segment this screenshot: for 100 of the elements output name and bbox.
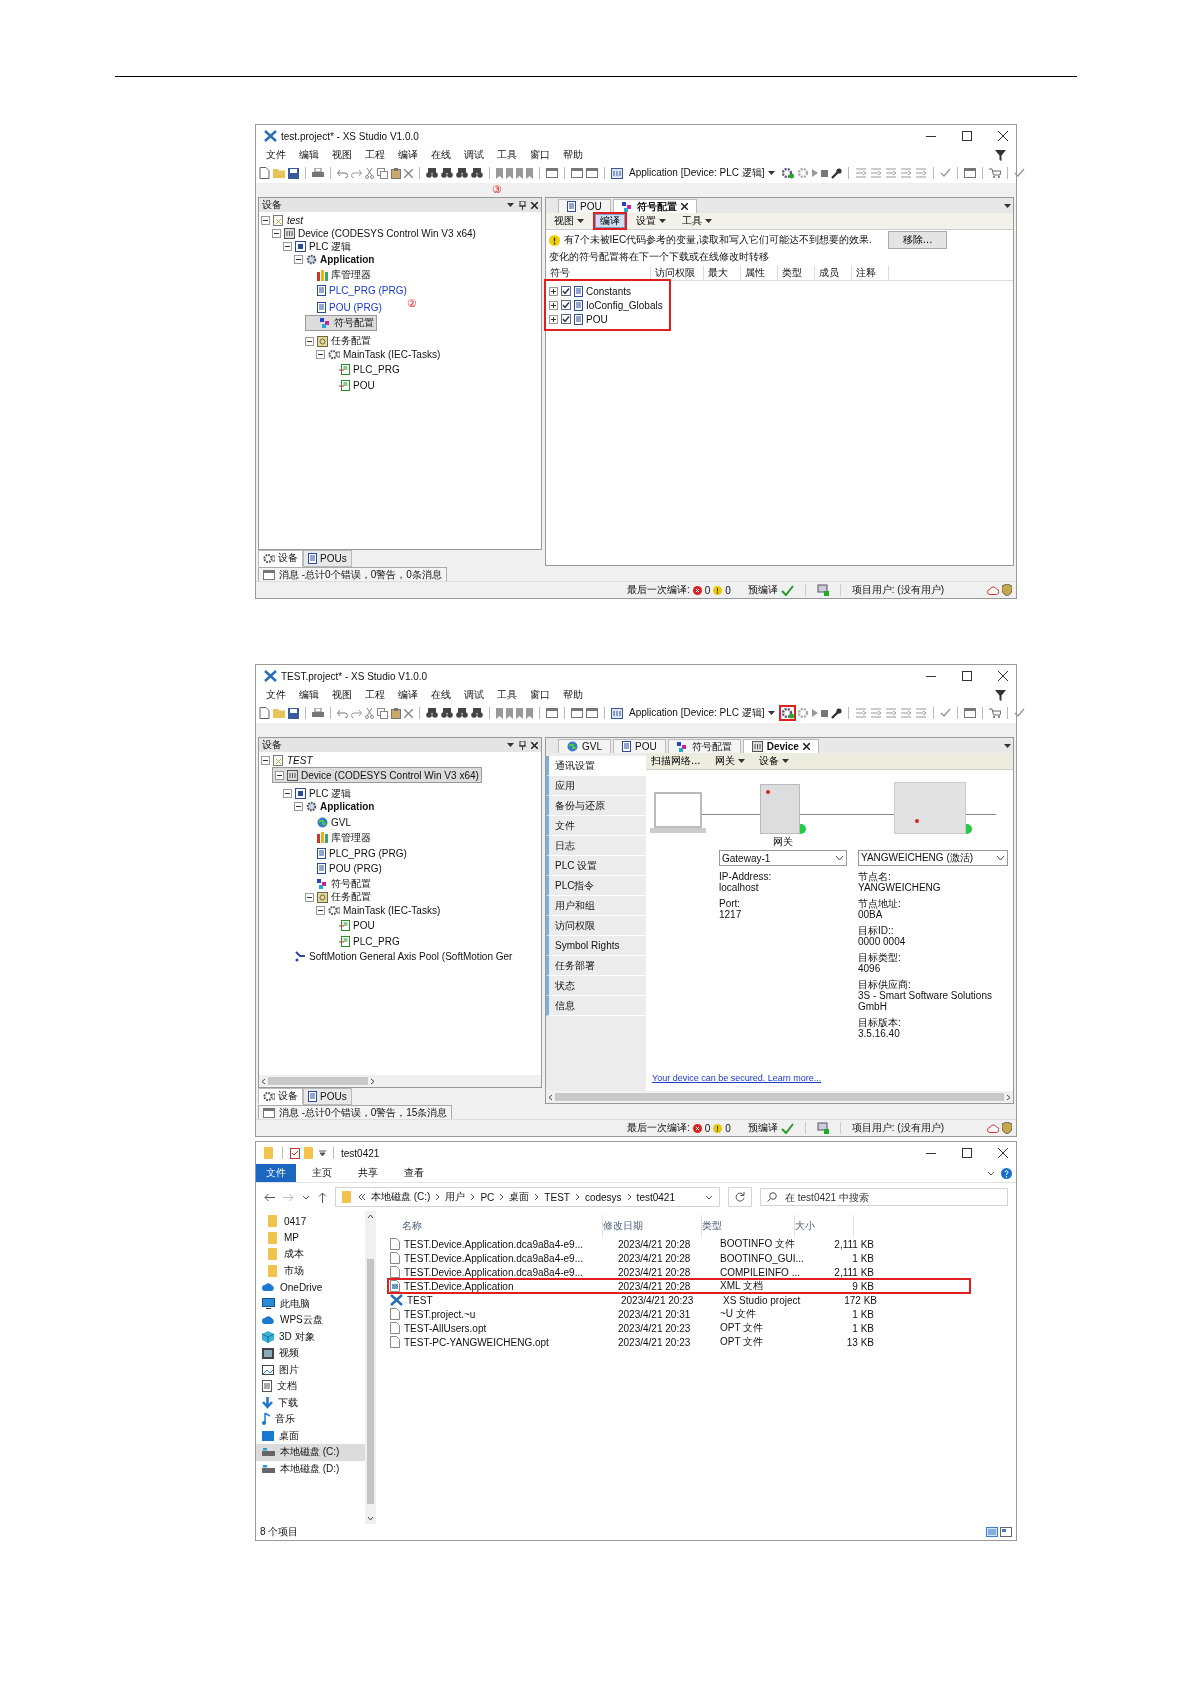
bookmark-icon[interactable] — [516, 167, 523, 179]
scroll-right-icon[interactable] — [370, 1077, 375, 1085]
tree-item-label[interactable]: 任务配置 — [331, 890, 371, 904]
pin-icon[interactable] — [519, 200, 526, 210]
column-header[interactable]: 类型 — [778, 266, 815, 280]
column-header[interactable]: 大小 — [795, 1215, 854, 1237]
menu-item[interactable]: 编译 — [398, 148, 418, 162]
navigation-item[interactable]: 0417 — [256, 1213, 365, 1230]
tree-item[interactable]: 任务配置 — [305, 334, 374, 348]
wrench-icon[interactable] — [830, 707, 842, 719]
tree-item-label[interactable]: test — [287, 215, 304, 226]
back-arrow-icon[interactable] — [264, 1192, 275, 1202]
scissors-icon[interactable] — [365, 707, 374, 719]
stop-icon[interactable] — [820, 709, 828, 717]
tree-item[interactable]: POU — [327, 919, 378, 932]
tree-item[interactable]: PLC_PRG — [327, 363, 403, 376]
window-icon[interactable] — [586, 708, 598, 718]
navigation-item[interactable]: 视频 — [256, 1345, 365, 1362]
editor-tab[interactable]: 符号配置 — [667, 739, 741, 753]
funnel-icon[interactable] — [995, 149, 1006, 161]
menu-item[interactable]: 编译 — [398, 688, 418, 702]
column-header[interactable]: 名称 — [402, 1215, 603, 1237]
file-row[interactable]: TEST.project.~u 2023/4/21 20:31 ~U 文件 1 KB — [388, 1307, 970, 1321]
chevron-down-icon[interactable] — [705, 1194, 713, 1200]
navigation-item[interactable]: 音乐 — [256, 1411, 365, 1428]
collapse-icon[interactable] — [272, 229, 281, 238]
file-row[interactable]: TEST-PC-YANGWEICHENG.opt 2023/4/21 20:23 OPT 文件 13 KB — [388, 1335, 970, 1349]
tree-item-label[interactable]: 库管理器 — [331, 830, 371, 845]
tiles-view-icon[interactable] — [1000, 1527, 1012, 1537]
device-select[interactable]: YANGWEICHENG (激活) — [858, 850, 1008, 866]
close-icon[interactable] — [802, 743, 810, 750]
toolbar-button[interactable]: 扫描网络... — [646, 754, 706, 768]
navigation-item[interactable]: 市场 — [256, 1262, 365, 1279]
help-icon[interactable] — [1001, 1167, 1012, 1179]
tree-item-label[interactable]: POU (PRG) — [329, 863, 382, 874]
tree-item[interactable]: PLC 逻辑 — [283, 787, 355, 800]
tree-item-label[interactable]: POU (PRG) — [329, 301, 382, 313]
tree-item-label[interactable]: PLC_PRG — [353, 935, 400, 947]
undo-icon[interactable] — [337, 708, 348, 718]
settings-tab[interactable]: 应用 — [546, 776, 646, 796]
window-icon[interactable] — [963, 708, 976, 718]
scroll-left-icon[interactable] — [261, 1077, 266, 1085]
menu-item[interactable]: 工具 — [497, 688, 517, 702]
address-segment[interactable]: 用户 — [445, 1190, 466, 1204]
editor-tab[interactable]: POU — [558, 199, 611, 213]
tree-item[interactable]: MainTask (IEC-Tasks) — [316, 903, 444, 917]
scissors-icon[interactable] — [365, 167, 374, 179]
caret-icon[interactable] — [507, 203, 514, 207]
wrench-icon[interactable] — [830, 167, 842, 179]
binoculars-icon[interactable] — [471, 708, 483, 718]
play-icon[interactable] — [811, 709, 818, 717]
printer-icon[interactable] — [312, 167, 324, 179]
collapse-icon[interactable] — [283, 789, 292, 798]
column-header[interactable]: 修改日期 — [603, 1215, 702, 1237]
collapse-icon[interactable] — [275, 770, 284, 780]
column-header[interactable]: 属性 — [741, 266, 778, 280]
tree-item[interactable]: 库管理器 — [305, 268, 374, 282]
menu-item[interactable]: 帮助 — [563, 148, 583, 162]
caret-icon[interactable] — [507, 743, 514, 747]
tree-item-label[interactable]: Application — [320, 801, 375, 812]
caret-icon[interactable] — [1004, 203, 1011, 208]
menu-item[interactable]: 文件 — [266, 148, 286, 162]
menu-item[interactable]: 编辑 — [299, 688, 319, 702]
check-icon[interactable] — [1013, 168, 1025, 178]
address-segment[interactable]: codesys — [584, 1191, 622, 1203]
new-file-icon[interactable] — [259, 707, 270, 719]
scroll-down-icon[interactable] — [367, 1516, 374, 1521]
application-selector[interactable]: Application [Device: PLC 逻辑] — [626, 706, 778, 720]
gear-plus-icon[interactable] — [780, 167, 794, 179]
stop-icon[interactable] — [820, 169, 828, 177]
toolbar-button[interactable]: 工具 — [677, 214, 717, 228]
address-segment[interactable]: test0421 — [636, 1191, 675, 1203]
window-icon[interactable] — [571, 168, 583, 178]
check-icon[interactable] — [1013, 708, 1025, 718]
tree-item-label[interactable]: Device (CODESYS Control Win V3 x64) — [298, 228, 476, 239]
menu-item[interactable]: 视图 — [332, 688, 352, 702]
search-field[interactable]: 在 test0421 中搜索 — [760, 1188, 1008, 1206]
menu-item[interactable]: 调试 — [464, 688, 484, 702]
tree-item-label[interactable]: 符号配置 — [331, 877, 371, 891]
cart-icon[interactable] — [988, 708, 1001, 718]
tree-item-label[interactable]: PLC_PRG — [353, 364, 400, 375]
menu-item[interactable]: 文件 — [266, 688, 286, 702]
tree-item[interactable]: test — [261, 214, 307, 227]
menu-item[interactable]: 帮助 — [563, 688, 583, 702]
bookmark-icon[interactable] — [506, 707, 513, 719]
settings-tab[interactable]: 文件 — [546, 816, 646, 836]
scrollbar-thumb[interactable] — [367, 1259, 374, 1504]
funnel-icon[interactable] — [995, 689, 1006, 701]
binoculars-icon[interactable] — [456, 708, 468, 718]
bookmark-icon[interactable] — [526, 167, 533, 179]
printer-icon[interactable] — [312, 707, 324, 719]
tree-item-label[interactable]: SoftMotion General Axis Pool (SoftMotion Ger — [309, 951, 513, 962]
navigation-item[interactable]: 本地磁盘 (C:) — [256, 1444, 365, 1461]
menu-item[interactable]: 窗口 — [530, 148, 550, 162]
toolbar-button[interactable]: 视图 — [549, 214, 589, 228]
ribbon-tab[interactable]: 主页 — [302, 1164, 342, 1182]
tree-item[interactable]: Device (CODESYS Control Win V3 x64) — [272, 767, 482, 783]
navigation-item[interactable]: 文档 — [256, 1378, 365, 1395]
tree-item[interactable]: PLC 逻辑 — [283, 240, 355, 253]
collapse-icon[interactable] — [305, 336, 314, 346]
